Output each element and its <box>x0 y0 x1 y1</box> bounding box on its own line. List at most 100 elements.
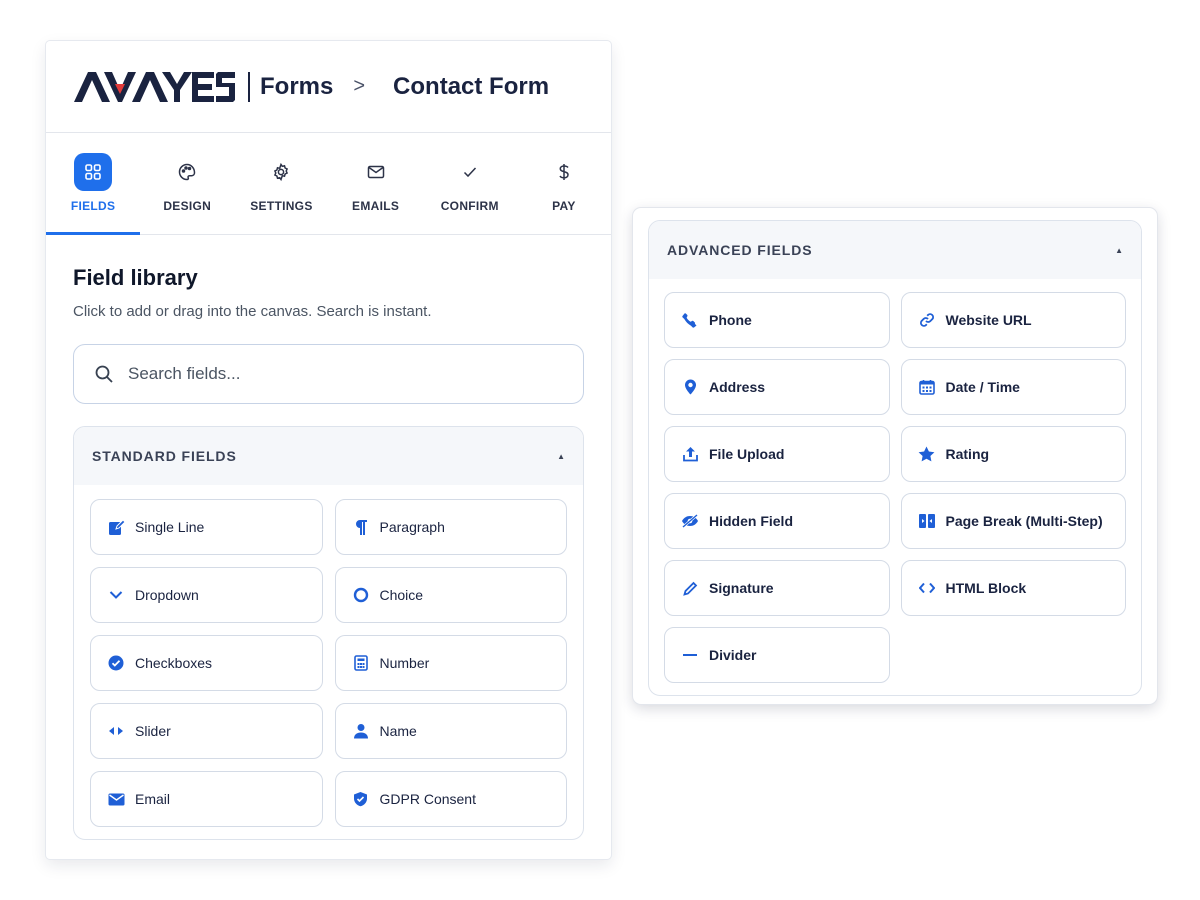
calendar-icon <box>918 378 936 396</box>
shield-icon <box>352 790 370 808</box>
advanced-fields-group: ADVANCED FIELDS ▲ Phone Website URL Addr… <box>648 220 1142 696</box>
caret-up-icon[interactable]: ▲ <box>557 452 565 461</box>
field-dropdown[interactable]: Dropdown <box>90 567 323 623</box>
breadcrumb-separator: > <box>353 75 366 97</box>
field-label: Email <box>135 791 171 807</box>
header: Forms > Contact Form <box>46 41 611 133</box>
group-title: STANDARD FIELDS <box>92 448 237 464</box>
standard-fields-header[interactable]: STANDARD FIELDS ▲ <box>74 427 583 485</box>
tab-design[interactable]: DESIGN <box>140 133 234 234</box>
check-icon <box>451 153 489 191</box>
field-number[interactable]: Number <box>334 635 567 691</box>
field-page-break[interactable]: Page Break (Multi-Step) <box>900 493 1126 549</box>
field-label: Phone <box>709 312 752 328</box>
page-break-icon <box>918 512 936 530</box>
tab-label: CONFIRM <box>440 199 499 213</box>
field-gdpr-consent[interactable]: GDPR Consent <box>334 771 567 827</box>
field-label: Hidden Field <box>709 513 793 529</box>
field-choice[interactable]: Choice <box>334 567 567 623</box>
advanced-fields-header[interactable]: ADVANCED FIELDS ▲ <box>649 221 1141 279</box>
field-email[interactable]: Email <box>90 771 323 827</box>
field-date-time[interactable]: Date / Time <box>900 359 1126 415</box>
phone-icon <box>681 311 699 329</box>
field-paragraph[interactable]: Paragraph <box>334 499 567 555</box>
grid-icon <box>74 153 113 191</box>
field-label: Divider <box>709 647 757 663</box>
chevron-down-icon <box>107 586 125 604</box>
link-icon <box>918 311 936 329</box>
field-address[interactable]: Address <box>664 359 890 415</box>
pilcrow-icon <box>352 518 370 536</box>
gear-icon <box>262 153 300 191</box>
field-label: Address <box>709 379 766 395</box>
field-label: Choice <box>379 587 424 603</box>
field-label: HTML Block <box>945 580 1027 596</box>
field-checkboxes[interactable]: Checkboxes <box>90 635 323 691</box>
standard-fields-group: STANDARD FIELDS ▲ Single Line Paragraph <box>73 426 584 840</box>
tab-label: EMAILS <box>352 199 400 213</box>
brand-divider <box>248 71 250 102</box>
field-label: Slider <box>135 723 171 739</box>
field-label: Website URL <box>945 312 1032 328</box>
calculator-icon <box>352 654 370 672</box>
form-builder-panel: Forms > Contact Form FIELDS DESIGN SETTI… <box>46 41 611 859</box>
field-label: Signature <box>709 580 774 596</box>
star-icon <box>918 445 936 463</box>
field-label: Date / Time <box>945 379 1020 395</box>
palette-icon <box>168 153 206 191</box>
field-divider[interactable]: Divider <box>664 627 890 683</box>
field-label: File Upload <box>709 446 785 462</box>
field-website-url[interactable]: Website URL <box>900 292 1126 348</box>
field-hidden-field[interactable]: Hidden Field <box>664 493 890 549</box>
avayes-logo[interactable] <box>74 67 236 107</box>
library-subtitle: Click to add or drag into the canvas. Se… <box>73 303 432 320</box>
field-phone[interactable]: Phone <box>664 292 890 348</box>
upload-icon <box>681 445 699 463</box>
field-name[interactable]: Name <box>334 703 567 759</box>
field-single-line[interactable]: Single Line <box>90 499 323 555</box>
standard-fields-grid: Single Line Paragraph Dropdown Choice Ch… <box>74 485 583 839</box>
advanced-fields-grid: Phone Website URL Address Date / Time Fi… <box>649 279 1141 695</box>
tab-confirm[interactable]: CONFIRM <box>423 133 517 234</box>
field-rating[interactable]: Rating <box>900 426 1126 482</box>
search-box[interactable] <box>73 344 584 404</box>
field-label: GDPR Consent <box>379 791 476 807</box>
user-icon <box>352 722 370 740</box>
logo-mark <box>74 71 235 102</box>
tab-pay[interactable]: PAY <box>517 133 611 234</box>
field-label: Page Break (Multi-Step) <box>945 513 1103 529</box>
edit-icon <box>107 518 125 536</box>
group-title: ADVANCED FIELDS <box>667 242 813 258</box>
tab-settings[interactable]: SETTINGS <box>234 133 328 234</box>
minus-icon <box>681 646 699 664</box>
library-title: Field library <box>73 265 198 290</box>
radio-icon <box>352 586 370 604</box>
caret-up-icon[interactable]: ▲ <box>1115 246 1123 255</box>
check-circle-icon <box>107 654 125 672</box>
eye-slash-icon <box>681 512 699 530</box>
field-label: Name <box>379 723 417 739</box>
dollar-icon <box>545 153 583 191</box>
field-label: Checkboxes <box>135 655 213 671</box>
field-library: Field library Click to add or drag into … <box>46 235 611 840</box>
field-signature[interactable]: Signature <box>664 560 890 616</box>
tab-emails[interactable]: EMAILS <box>329 133 423 234</box>
search-input[interactable] <box>128 364 508 384</box>
field-label: Number <box>379 655 430 671</box>
pen-icon <box>681 579 699 597</box>
envelope-icon <box>357 153 395 191</box>
search-icon <box>95 365 113 383</box>
field-label: Dropdown <box>135 587 199 603</box>
tab-label: SETTINGS <box>250 199 313 213</box>
slider-arrows-icon <box>107 722 125 740</box>
breadcrumb-forms[interactable]: Forms <box>260 73 333 101</box>
advanced-fields-panel: ADVANCED FIELDS ▲ Phone Website URL Addr… <box>633 208 1157 704</box>
tab-label: PAY <box>552 199 576 213</box>
field-label: Single Line <box>135 519 205 535</box>
tab-fields[interactable]: FIELDS <box>46 133 141 235</box>
field-html-block[interactable]: HTML Block <box>900 560 1126 616</box>
field-file-upload[interactable]: File Upload <box>664 426 890 482</box>
map-pin-icon <box>681 378 699 396</box>
tab-label: DESIGN <box>163 199 212 213</box>
field-slider[interactable]: Slider <box>90 703 323 759</box>
